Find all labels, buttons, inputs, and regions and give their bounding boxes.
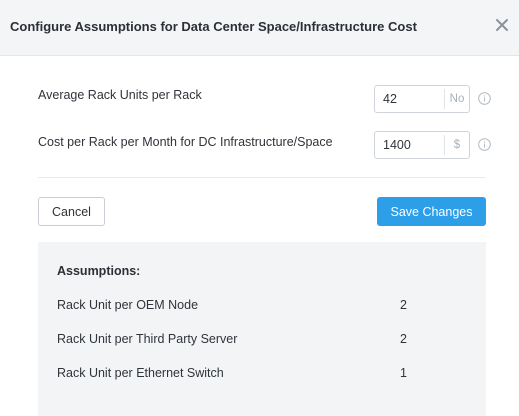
assumption-value: 1 bbox=[400, 366, 407, 380]
assumption-value: 2 bbox=[400, 298, 407, 312]
assumption-row: Rack Unit per OEM Node 2 bbox=[57, 298, 467, 314]
assumptions-panel: Assumptions: Rack Unit per OEM Node 2 Ra… bbox=[38, 242, 486, 416]
assumptions-title: Assumptions: bbox=[57, 264, 141, 278]
rack-units-unit: No bbox=[444, 89, 469, 109]
assumption-label: Rack Unit per Ethernet Switch bbox=[57, 366, 224, 380]
dialog-title: Configure Assumptions for Data Center Sp… bbox=[10, 19, 417, 34]
cost-per-rack-label: Cost per Rack per Month for DC Infrastru… bbox=[38, 135, 333, 149]
cancel-button[interactable]: Cancel bbox=[38, 197, 105, 226]
assumption-row: Rack Unit per Third Party Server 2 bbox=[57, 332, 467, 348]
assumption-row: Rack Unit per Ethernet Switch 1 bbox=[57, 366, 467, 382]
rack-units-value[interactable]: 42 bbox=[375, 92, 444, 106]
configure-assumptions-dialog: Configure Assumptions for Data Center Sp… bbox=[0, 0, 519, 416]
cost-per-rack-unit: $ bbox=[444, 135, 469, 155]
assumption-label: Rack Unit per OEM Node bbox=[57, 298, 199, 312]
assumption-label: Rack Unit per Third Party Server bbox=[57, 332, 238, 346]
rack-units-input[interactable]: 42 No bbox=[374, 85, 470, 113]
cost-per-rack-input[interactable]: 1400 $ bbox=[374, 131, 470, 159]
info-icon[interactable] bbox=[478, 92, 491, 105]
rack-units-label: Average Rack Units per Rack bbox=[38, 88, 202, 102]
assumption-value: 2 bbox=[400, 332, 407, 346]
save-changes-button[interactable]: Save Changes bbox=[377, 197, 486, 226]
divider bbox=[38, 177, 486, 178]
close-icon[interactable] bbox=[493, 16, 511, 34]
cost-per-rack-value[interactable]: 1400 bbox=[375, 138, 444, 152]
dialog-header: Configure Assumptions for Data Center Sp… bbox=[0, 0, 519, 56]
info-icon[interactable] bbox=[478, 138, 491, 151]
